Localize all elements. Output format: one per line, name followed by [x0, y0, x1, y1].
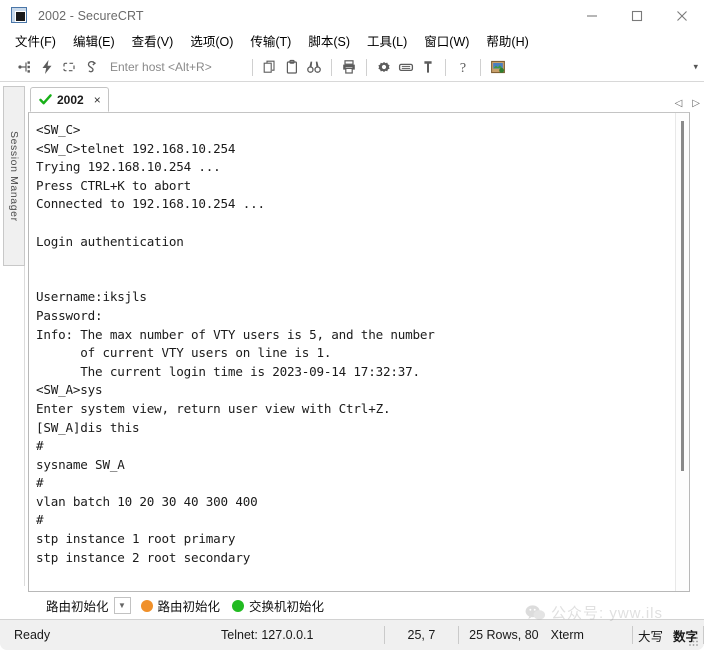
- tab-2002[interactable]: 2002 ×: [30, 87, 109, 112]
- tab-next-icon[interactable]: ▷: [692, 99, 700, 109]
- toolbar-divider: [444, 58, 446, 76]
- tab-prev-icon[interactable]: ◁: [675, 99, 683, 109]
- menu-script[interactable]: 脚本(S): [308, 32, 350, 53]
- status-dimensions: 25 Rows, 80: [469, 628, 539, 642]
- button-router-init[interactable]: 路由初始化: [140, 596, 221, 615]
- button-bar-dropdown[interactable]: ▼: [113, 597, 131, 614]
- chevron-down-icon: ▼: [118, 600, 126, 610]
- close-button[interactable]: [659, 0, 704, 32]
- title-bar: 2002 - SecureCRT: [0, 0, 704, 32]
- terminal-output[interactable]: <SW_C> <SW_C>telnet 192.168.10.254 Trying …: [29, 113, 675, 591]
- reconnect-icon[interactable]: [58, 56, 80, 78]
- button-switch-init-label: 交换机初始化: [249, 600, 325, 614]
- terminal-line: <SW_C>: [36, 122, 81, 137]
- toolbar-divider: [251, 58, 253, 76]
- terminal-line: stp instance 2 root secondary: [36, 549, 251, 565]
- disconnect-icon[interactable]: [80, 56, 102, 78]
- terminal-line: Connected to 192.168.10.254 ...: [36, 196, 265, 212]
- terminal-line: sysname SW_A: [36, 456, 125, 472]
- status-bar: Ready Telnet: 127.0.0.1 25, 7 25 Rows, 8…: [0, 619, 704, 650]
- menu-view[interactable]: 查看(V): [132, 32, 174, 53]
- terminal-line: Login authentication: [36, 233, 184, 249]
- tab-bar: 2002 × ◁ ▷: [28, 86, 704, 112]
- maximize-button[interactable]: [614, 0, 659, 32]
- terminal-line: Trying 192.168.10.254 ...: [36, 159, 221, 175]
- terminal-line: Enter system view, return user view with…: [36, 400, 391, 416]
- terminal-line: Press CTRL+K to abort: [36, 177, 192, 193]
- terminal-line: [SW_A]dis this: [36, 419, 140, 435]
- terminal-line: #: [36, 475, 44, 491]
- help-icon[interactable]: ?: [452, 56, 474, 78]
- host-input[interactable]: Enter host <Alt+R>: [110, 60, 212, 74]
- menu-bar: 文件(F) 编辑(E) 查看(V) 选项(O) 传输(T) 脚本(S) 工具(L…: [0, 32, 704, 53]
- menu-edit[interactable]: 编辑(E): [73, 32, 115, 53]
- session-manager-panel[interactable]: Session Manager: [3, 86, 25, 266]
- minimize-button[interactable]: [569, 0, 614, 32]
- terminal-line: <SW_C>telnet 192.168.10.254: [36, 140, 236, 156]
- status-caps-indicator: 大写: [637, 629, 663, 644]
- print-icon[interactable]: [338, 56, 360, 78]
- toolbar-overflow-chevron[interactable]: ▾: [693, 62, 698, 73]
- menu-tools[interactable]: 工具(L): [367, 32, 407, 53]
- status-cursor-position: 25, 7: [407, 628, 436, 642]
- terminal-line: of current VTY users on line is 1.: [36, 345, 332, 361]
- toolbar-divider: [330, 58, 332, 76]
- session-options-icon[interactable]: [373, 56, 395, 78]
- terminal-line: stp instance 1 root primary: [36, 531, 236, 547]
- terminal-line: The current login time is 2023-09-14 17:…: [36, 363, 420, 379]
- securecrt-window: 2002 - SecureCRT 文件(F) 编辑(E) 查看(V) 选项(O)…: [0, 0, 704, 650]
- toolbar-divider: [479, 58, 481, 76]
- terminal-line: #: [36, 438, 44, 454]
- paste-icon[interactable]: [281, 56, 303, 78]
- key-icon[interactable]: [417, 56, 439, 78]
- session-manager-icon[interactable]: [487, 56, 509, 78]
- terminal-line: <SW_A>sys: [36, 382, 103, 398]
- svg-text:?: ?: [460, 61, 466, 75]
- terminal-line: #: [36, 512, 44, 528]
- scrollbar-thumb[interactable]: [681, 121, 684, 471]
- menu-options[interactable]: 选项(O): [190, 32, 233, 53]
- status-dot-green: [232, 599, 245, 612]
- terminal-line: Username:iksjls: [36, 289, 147, 305]
- quick-connect-icon[interactable]: [36, 56, 58, 78]
- window-title: 2002 - SecureCRT: [38, 9, 144, 23]
- menu-file[interactable]: 文件(F): [15, 32, 56, 53]
- menu-help[interactable]: 帮助(H): [486, 32, 528, 53]
- menu-window[interactable]: 窗口(W): [424, 32, 469, 53]
- terminal-line: vlan batch 10 20 30 40 300 400: [36, 493, 258, 509]
- window-controls: [569, 0, 704, 32]
- terminal-line: Password:: [36, 307, 103, 323]
- terminal-panel: <SW_C> <SW_C>telnet 192.168.10.254 Trying …: [28, 112, 690, 592]
- button-router-init-label: 路由初始化: [157, 600, 221, 614]
- tab-label: 2002: [57, 92, 84, 107]
- status-ready: Ready: [14, 628, 51, 642]
- status-connection: Telnet: 127.0.0.1: [221, 628, 314, 642]
- toolbar-divider: [365, 58, 367, 76]
- menu-transfer[interactable]: 传输(T): [250, 32, 291, 53]
- button-switch-init[interactable]: 交换机初始化: [232, 596, 324, 615]
- toolbar: Enter host <Alt+R> ? ▾: [0, 53, 704, 82]
- resize-grip-icon[interactable]: [688, 635, 700, 647]
- tab-navigation: ◁ ▷: [675, 99, 700, 109]
- terminal-scrollbar[interactable]: [675, 113, 689, 591]
- button-bar: 路由初始化 ▼ 路由初始化 交换机初始化: [0, 592, 704, 619]
- status-emulation: Xterm: [550, 628, 584, 642]
- keymap-editor-icon[interactable]: [395, 56, 417, 78]
- tab-close-icon[interactable]: ×: [94, 94, 101, 106]
- button-bar-dropdown-label: 路由初始化: [46, 600, 109, 614]
- status-dot-orange: [140, 599, 153, 612]
- green-check-icon: [39, 94, 52, 105]
- copy-icon[interactable]: [259, 56, 281, 78]
- securecrt-app-icon: [11, 7, 29, 25]
- connect-icon[interactable]: [14, 56, 36, 78]
- terminal-line: Info: The max number of VTY users is 5, …: [36, 326, 435, 342]
- find-icon[interactable]: [303, 56, 325, 78]
- session-manager-label: Session Manager: [8, 130, 20, 222]
